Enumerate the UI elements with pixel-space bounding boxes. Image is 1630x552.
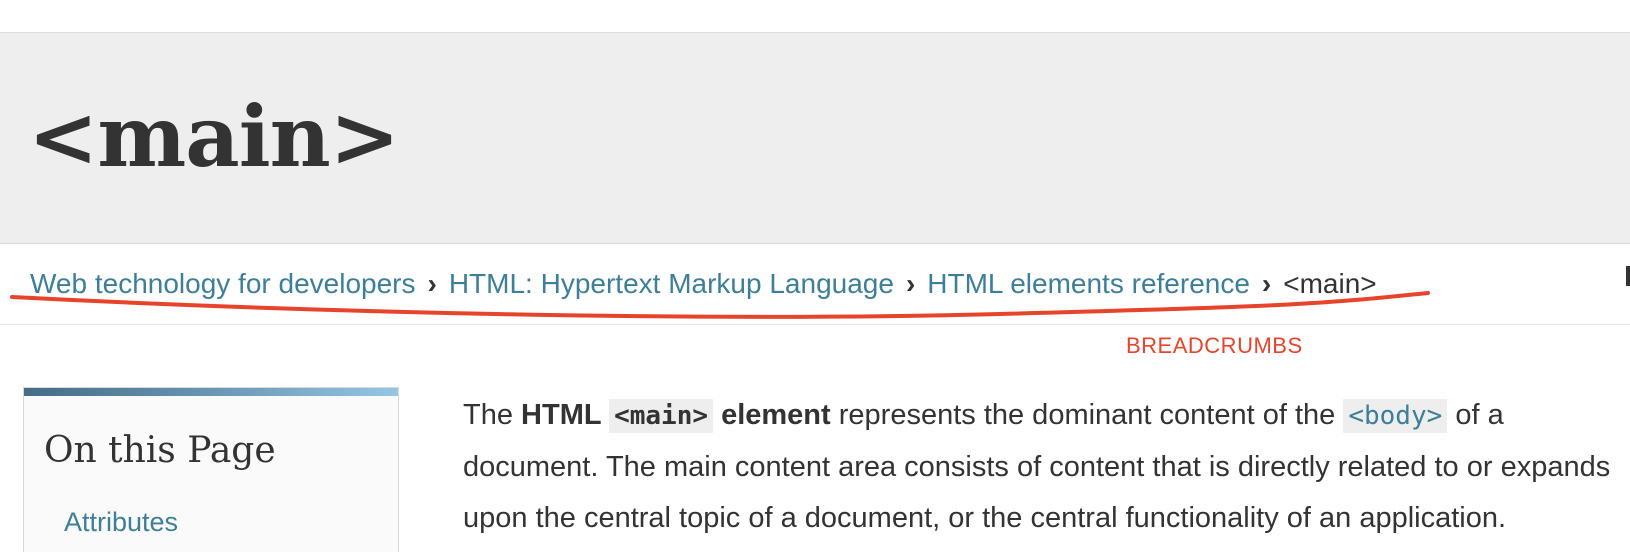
article-line-3: upon the central topic of a document, or… [463, 502, 1507, 534]
toc-link-attributes[interactable]: Attributes [64, 507, 178, 538]
body-element-link[interactable]: <body> [1343, 399, 1448, 433]
toc-title: On this Page [44, 430, 276, 471]
intro-bold-html: HTML <main> element [521, 399, 831, 433]
article-content: The HTML <main> element represents the d… [463, 390, 1630, 544]
page-title: <main> [28, 87, 400, 186]
code-body: <body> [1343, 399, 1448, 433]
annotation-label: BREADCRUMBS [1126, 333, 1303, 358]
annotation-underline [10, 291, 1430, 319]
article-line-2: document. The main content area consists… [463, 451, 1611, 483]
toc-accent-bar [24, 388, 398, 396]
bold-element-text: element [713, 399, 831, 431]
intro-text-of-a: of a [1447, 399, 1504, 431]
article-intro-line: The HTML <main> element represents the d… [463, 390, 1630, 442]
title-band: <main> [0, 33, 1630, 244]
intro-text-represents: represents the dominant content of the [830, 399, 1344, 431]
page: <main> Web technology for developers › HTM… [0, 0, 1630, 552]
bold-html-text: HTML [521, 399, 610, 431]
cut-off-edge-mark [1626, 266, 1630, 286]
table-of-contents: On this Page Attributes [23, 387, 399, 552]
intro-text: The [463, 399, 522, 431]
code-main: <main> [609, 399, 714, 433]
top-strip [0, 0, 1630, 33]
